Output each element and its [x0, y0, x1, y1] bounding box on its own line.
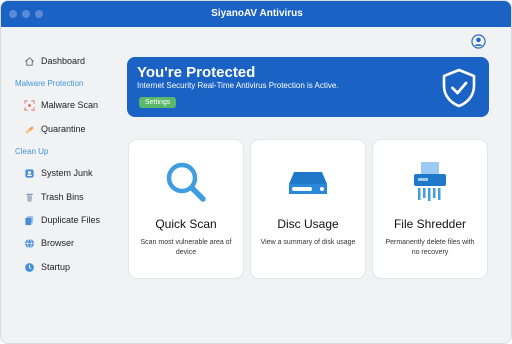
app-window: SiyanoAV Antivirus Dashboard Malware Pro… [0, 0, 512, 344]
card-title: Disc Usage [277, 217, 339, 231]
trash-icon [23, 191, 35, 203]
sidebar-item-label: Browser [41, 238, 75, 248]
sidebar-item-label: Duplicate Files [41, 215, 101, 225]
sidebar-item-label: Dashboard [41, 56, 86, 66]
quick-scan-card[interactable]: Quick Scan Scan most vulnerable area of … [128, 139, 244, 279]
section-malware-protection: Malware Protection [15, 79, 84, 88]
sidebar-item-label: System Junk [41, 168, 93, 178]
user-icon [471, 34, 486, 49]
title-bar: SiyanoAV Antivirus [1, 1, 511, 27]
card-title: File Shredder [393, 217, 467, 231]
window-title: SiyanoAV Antivirus [211, 8, 303, 19]
disc-usage-card[interactable]: Disc Usage View a summary of disk usage [250, 139, 366, 279]
sidebar-item-dashboard[interactable]: Dashboard [23, 53, 85, 69]
account-button[interactable] [471, 34, 486, 49]
home-icon [23, 55, 35, 67]
shredder-icon [414, 162, 446, 201]
sidebar-item-malware-scan[interactable]: Malware Scan [23, 97, 98, 113]
sidebar-item-trash-bins[interactable]: Trash Bins [23, 189, 84, 205]
sidebar-item-system-junk[interactable]: System Junk [23, 165, 93, 181]
sidebar-item-label: Malware Scan [41, 100, 99, 110]
duplicate-files-icon [23, 214, 35, 226]
sidebar: Dashboard Malware Protection Malware Sca… [1, 27, 119, 343]
sidebar-item-browser[interactable]: Browser [23, 235, 74, 251]
sidebar-item-duplicate-files[interactable]: Duplicate Files [23, 212, 100, 228]
system-junk-icon [23, 167, 35, 179]
sidebar-item-label: Quarantine [41, 124, 86, 134]
sidebar-item-startup[interactable]: Startup [23, 259, 70, 275]
card-description: Scan most vulnerable area of device [140, 239, 232, 256]
sidebar-item-quarantine[interactable]: Quarantine [23, 121, 86, 137]
magnifier-icon [166, 162, 206, 202]
file-shredder-card[interactable]: File Shredder Permanently delete files w… [372, 139, 488, 279]
hard-drive-icon [289, 172, 327, 194]
sidebar-item-label: Trash Bins [41, 192, 84, 202]
section-clean-up: Clean Up [15, 147, 49, 156]
startup-icon [23, 261, 35, 273]
shield-check-icon [441, 68, 477, 108]
card-title: Quick Scan [155, 217, 217, 231]
card-description: Permanently delete files with no recover… [385, 239, 475, 256]
scan-icon [23, 99, 35, 111]
protection-title: You're Protected [137, 64, 256, 81]
quarantine-icon [23, 123, 35, 135]
protection-status: Internet Security Real-Time Antivirus Pr… [137, 81, 339, 90]
settings-button[interactable]: Settings [139, 97, 177, 108]
protection-banner: You're Protected Internet Security Real-… [127, 57, 489, 117]
card-description: View a summary of disk usage [260, 239, 356, 246]
sidebar-item-label: Startup [41, 262, 71, 272]
globe-icon [23, 237, 35, 249]
